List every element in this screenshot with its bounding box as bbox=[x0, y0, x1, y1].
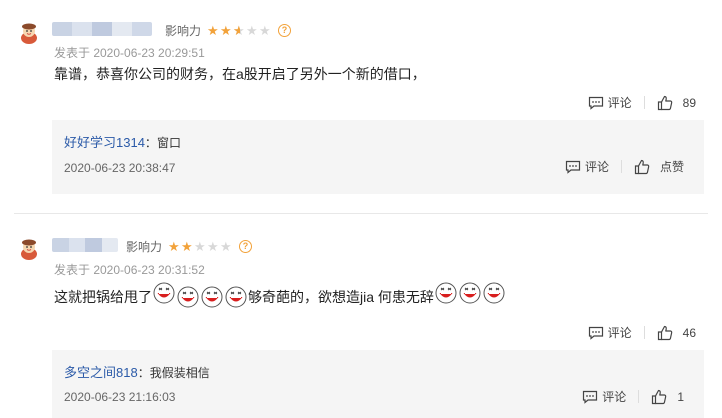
star-icon: ★ bbox=[220, 22, 233, 38]
reply-like-button[interactable]: 点赞 bbox=[634, 158, 684, 175]
like-count: 89 bbox=[682, 95, 696, 110]
star-icon: ★ bbox=[259, 22, 272, 38]
divider bbox=[643, 326, 645, 339]
comment-icon bbox=[588, 96, 604, 110]
thumbs-up-icon bbox=[657, 95, 673, 111]
star-icon: ★ bbox=[194, 238, 207, 254]
thumbs-up-icon bbox=[651, 389, 667, 405]
laugh-emoji-icon bbox=[459, 282, 481, 304]
thumbs-up-icon bbox=[657, 325, 673, 341]
reply-colon: ： bbox=[137, 366, 150, 380]
like-button[interactable]: 89 bbox=[657, 95, 696, 111]
username-blurred[interactable] bbox=[52, 238, 118, 252]
laugh-emoji-icon bbox=[435, 282, 457, 304]
star-icon: ★ bbox=[181, 238, 194, 254]
post-date: 发表于 2020-06-23 20:31:52 bbox=[54, 263, 205, 277]
like-button[interactable]: 46 bbox=[657, 325, 696, 341]
reply-comment-button[interactable]: 评论 bbox=[565, 158, 609, 175]
reply-actions: 评论 点赞 bbox=[565, 158, 684, 175]
comment-text: 这就把锅给甩了 够奇葩的，欲想造jia 何患无辞 bbox=[54, 284, 506, 310]
user-avatar[interactable] bbox=[18, 238, 40, 260]
comment-button[interactable]: 评论 bbox=[588, 94, 632, 111]
like-count: 1 bbox=[677, 389, 684, 404]
post-date: 发表于 2020-06-23 20:29:51 bbox=[54, 46, 205, 60]
comment-button[interactable]: 评论 bbox=[588, 324, 632, 341]
influence-label: 影响力 bbox=[165, 24, 202, 38]
thumbs-up-icon bbox=[634, 159, 650, 175]
reply-username[interactable]: 好好学习1314 bbox=[64, 135, 145, 150]
star-icon: ★ bbox=[207, 22, 220, 38]
reply-line: 多空之间818：我假装相信 bbox=[64, 362, 210, 381]
star-icon: ★ bbox=[233, 23, 246, 39]
help-icon[interactable]: ? bbox=[239, 240, 253, 253]
comment-label: 评论 bbox=[607, 96, 632, 110]
reply-username[interactable]: 多空之间818 bbox=[64, 365, 138, 380]
reply-line: 好好学习1314：窗口 bbox=[64, 132, 181, 151]
reply-date: 2020-06-23 21:16:03 bbox=[64, 390, 176, 404]
comment-actions: 评论 46 bbox=[588, 324, 696, 341]
divider bbox=[638, 390, 640, 403]
reply-colon: ： bbox=[144, 136, 157, 150]
divider bbox=[620, 160, 622, 173]
laugh-emoji-icon bbox=[201, 286, 223, 308]
divider bbox=[643, 96, 645, 109]
like-count: 46 bbox=[682, 325, 696, 340]
comment-text-part2: 够奇葩的，欲想造jia 何患无辞 bbox=[248, 289, 434, 305]
reply-comment-button[interactable]: 评论 bbox=[582, 388, 626, 405]
comment-icon bbox=[588, 326, 604, 340]
influence-rating: 影响力 ★ ★ ★ ★ ★ ? bbox=[165, 22, 292, 39]
star-icon: ★ bbox=[220, 238, 233, 254]
comment-text: 靠谱，恭喜你公司的财务，在a股开启了另外一个新的借口， bbox=[54, 66, 426, 82]
reply-box: 好好学习1314：窗口 2020-06-23 20:38:47 评论 点赞 bbox=[52, 120, 704, 194]
reply-like-button[interactable]: 1 bbox=[651, 389, 684, 405]
laugh-emoji-icon bbox=[177, 286, 199, 308]
comment-label: 评论 bbox=[607, 326, 632, 340]
influence-label: 影响力 bbox=[126, 240, 163, 254]
reply-box: 多空之间818：我假装相信 2020-06-23 21:16:03 评论 1 bbox=[52, 350, 704, 418]
comment-label: 评论 bbox=[584, 160, 609, 174]
comment-text-part1: 这就把锅给甩了 bbox=[54, 289, 152, 305]
reply-actions: 评论 1 bbox=[582, 388, 684, 405]
star-icon: ★ bbox=[168, 238, 181, 254]
reply-text: 我假装相信 bbox=[149, 366, 210, 380]
comment-icon bbox=[565, 160, 581, 174]
help-icon[interactable]: ? bbox=[278, 24, 292, 37]
reply-text: 窗口 bbox=[156, 136, 181, 150]
username-blurred[interactable] bbox=[52, 22, 152, 36]
star-rating: ★ ★ ★ ★ ★ bbox=[168, 239, 233, 255]
comment-label: 评论 bbox=[602, 390, 627, 404]
reply-date: 2020-06-23 20:38:47 bbox=[64, 161, 176, 175]
star-rating: ★ ★ ★ ★ ★ bbox=[207, 23, 272, 39]
comment-2: 影响力 ★ ★ ★ ★ ★ ? 发表于 2020-06-23 20:31:52 … bbox=[0, 214, 722, 418]
user-avatar[interactable] bbox=[18, 22, 40, 44]
laugh-emoji-icon bbox=[225, 286, 247, 308]
star-icon: ★ bbox=[207, 238, 220, 254]
like-label: 点赞 bbox=[659, 160, 684, 174]
laugh-emoji-icon bbox=[483, 282, 505, 304]
laugh-emoji-icon bbox=[153, 282, 175, 304]
star-icon: ★ bbox=[246, 22, 259, 38]
comment-1: 影响力 ★ ★ ★ ★ ★ ? 发表于 2020-06-23 20:29:51 … bbox=[0, 0, 722, 210]
comment-actions: 评论 89 bbox=[588, 94, 696, 111]
comment-icon bbox=[582, 390, 598, 404]
influence-rating: 影响力 ★ ★ ★ ★ ★ ? bbox=[126, 238, 253, 255]
